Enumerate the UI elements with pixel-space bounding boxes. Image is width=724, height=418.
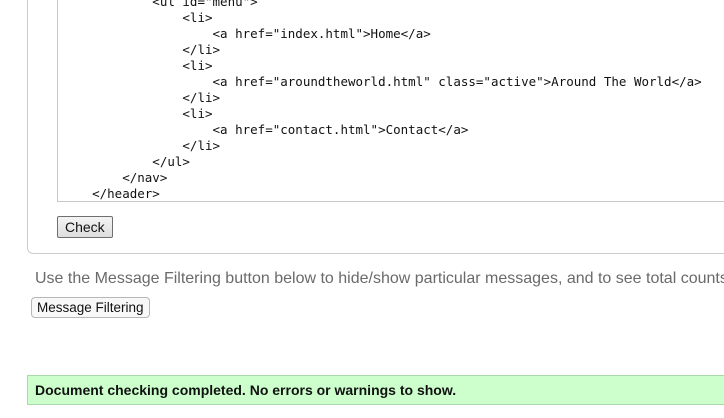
code-line: <a href="index.html">Home</a> [62, 26, 431, 41]
result-success-message: Document checking completed. No errors o… [35, 382, 457, 398]
code-line: </header> [62, 186, 160, 201]
code-line: <a href="aroundtheworld.html" class="act… [62, 74, 702, 89]
code-line: <ul id="menu"> [62, 0, 258, 9]
code-line: <a href="contact.html">Contact</a> [62, 122, 469, 137]
message-filtering-note: Use the Message Filtering button below t… [35, 270, 724, 287]
code-line: <li> [62, 58, 213, 73]
result-success-banner: Document checking completed. No errors o… [27, 375, 724, 405]
validator-page: <nav> <ul id="menu"> <li> <a href="index… [0, 0, 724, 418]
code-line: </li> [62, 90, 221, 105]
source-code-lines: <nav> <ul id="menu"> <li> <a href="index… [62, 0, 702, 201]
code-line: <li> [62, 106, 213, 121]
check-button[interactable]: Check [57, 216, 113, 238]
code-line: </li> [62, 138, 221, 153]
code-line: <li> [62, 10, 213, 25]
message-filtering-button[interactable]: Message Filtering [31, 297, 150, 318]
code-line: </li> [62, 42, 221, 57]
code-line: </ul> [62, 154, 190, 169]
code-line: </nav> [62, 170, 168, 185]
source-code-textarea[interactable]: <nav> <ul id="menu"> <li> <a href="index… [57, 0, 724, 202]
